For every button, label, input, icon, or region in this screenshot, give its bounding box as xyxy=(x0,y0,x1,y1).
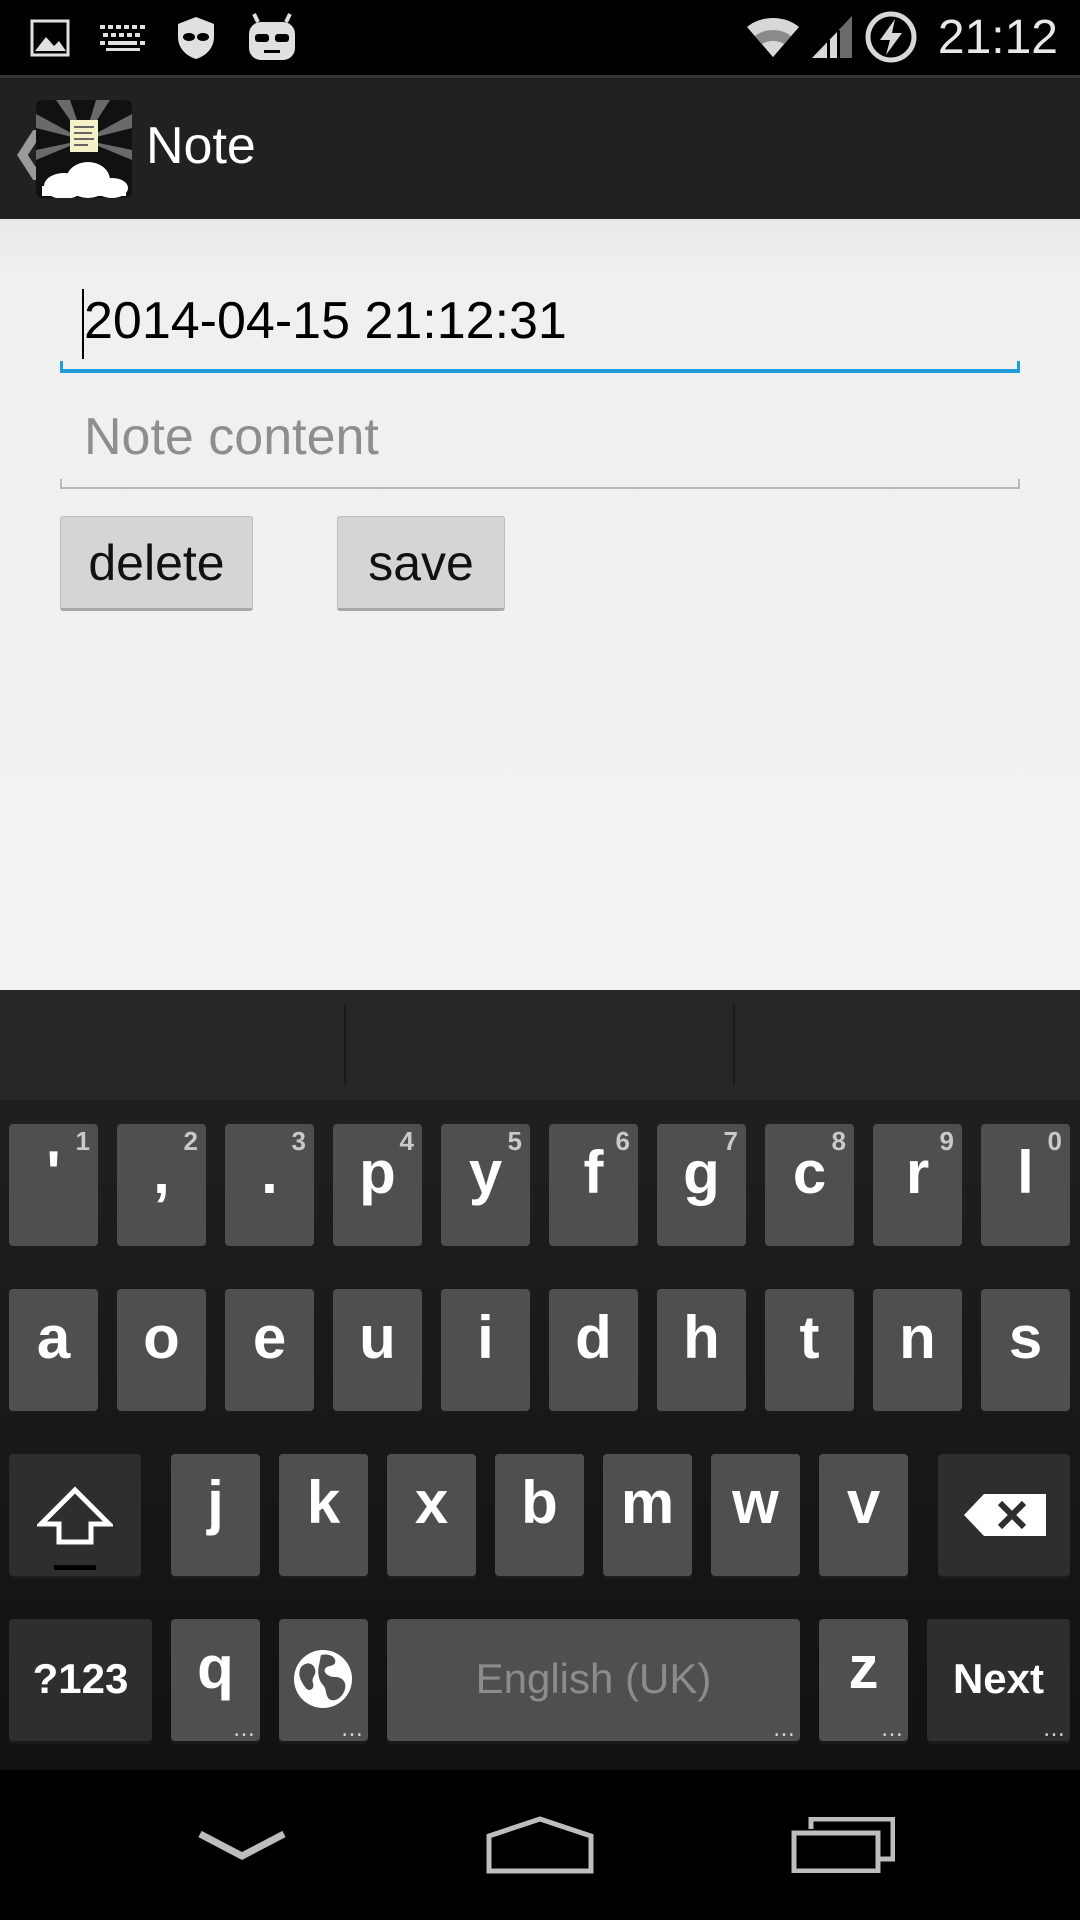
key-y[interactable]: y5 xyxy=(441,1124,530,1246)
chevron-down-icon xyxy=(198,1830,286,1860)
language-key[interactable]: … xyxy=(279,1619,368,1741)
recent-apps-icon xyxy=(791,1817,895,1873)
status-bar: 21:12 xyxy=(0,0,1080,75)
note-title-field[interactable]: 2014-04-15 21:12:31 xyxy=(60,277,1020,373)
key-x[interactable]: x xyxy=(387,1454,476,1576)
cyanogen-mascot-icon xyxy=(249,13,295,60)
key-z[interactable]: z… xyxy=(819,1619,908,1741)
suggestion-strip xyxy=(0,990,1080,1100)
globe-icon xyxy=(294,1650,352,1708)
home-button[interactable] xyxy=(440,1770,640,1920)
key-u[interactable]: u xyxy=(333,1289,422,1411)
shield-icon xyxy=(178,17,214,59)
app-logo-icon xyxy=(36,100,132,198)
key-e[interactable]: e xyxy=(225,1289,314,1411)
keyboard-icon xyxy=(100,25,145,51)
key-n[interactable]: n xyxy=(873,1289,962,1411)
wifi-icon xyxy=(746,18,799,57)
key-w[interactable]: w xyxy=(711,1454,800,1576)
key-b[interactable]: b xyxy=(495,1454,584,1576)
key-c[interactable]: c8 xyxy=(765,1124,854,1246)
key-comma[interactable]: ,2 xyxy=(117,1124,206,1246)
recent-apps-button[interactable] xyxy=(743,1770,943,1920)
home-icon xyxy=(486,1816,594,1874)
soft-keyboard: ' 1 ,2 .3 p4 y5 f6 g7 c8 r9 l0 a o e u i … xyxy=(0,990,1080,1770)
next-key[interactable]: Next… xyxy=(927,1619,1070,1741)
shift-arrow-icon xyxy=(37,1486,113,1545)
key-t[interactable]: t xyxy=(765,1289,854,1411)
key-s[interactable]: s xyxy=(981,1289,1070,1411)
key-l[interactable]: l0 xyxy=(981,1124,1070,1246)
note-content-field[interactable]: Note content xyxy=(60,393,1020,489)
key-h[interactable]: h xyxy=(657,1289,746,1411)
key-r[interactable]: r9 xyxy=(873,1124,962,1246)
status-time: 21:12 xyxy=(937,10,1058,64)
space-bar[interactable]: English (UK)… xyxy=(387,1619,800,1741)
key-a[interactable]: a xyxy=(9,1289,98,1411)
key-p[interactable]: p4 xyxy=(333,1124,422,1246)
key-k[interactable]: k xyxy=(279,1454,368,1576)
hide-keyboard-button[interactable] xyxy=(142,1770,342,1920)
backspace-icon xyxy=(964,1494,1046,1536)
signal-icon xyxy=(811,16,852,58)
save-button[interactable]: save xyxy=(337,516,505,611)
battery-charging-icon xyxy=(865,11,917,63)
backspace-key[interactable] xyxy=(938,1454,1070,1576)
key-v[interactable]: v xyxy=(819,1454,908,1576)
navigation-bar xyxy=(0,1770,1080,1920)
key-j[interactable]: j xyxy=(171,1454,260,1576)
page-title: Note xyxy=(146,117,256,175)
image-icon xyxy=(30,19,70,57)
key-f[interactable]: f6 xyxy=(549,1124,638,1246)
key-period[interactable]: .3 xyxy=(225,1124,314,1246)
note-editor: 2014-04-15 21:12:31 Note content delete … xyxy=(0,219,1080,990)
shift-indicator xyxy=(54,1565,96,1570)
action-bar: ❮ Note xyxy=(0,75,1080,219)
key-i[interactable]: i xyxy=(441,1289,530,1411)
note-content-placeholder: Note content xyxy=(84,408,379,466)
key-apostrophe[interactable]: ' 1 xyxy=(9,1124,98,1246)
key-q[interactable]: q… xyxy=(171,1619,260,1741)
key-g[interactable]: g7 xyxy=(657,1124,746,1246)
shift-key[interactable] xyxy=(9,1454,141,1576)
key-o[interactable]: o xyxy=(117,1289,206,1411)
note-title-value: 2014-04-15 21:12:31 xyxy=(84,292,567,350)
symbols-key[interactable]: ?123 xyxy=(9,1619,152,1741)
key-m[interactable]: m xyxy=(603,1454,692,1576)
key-d[interactable]: d xyxy=(549,1289,638,1411)
delete-button[interactable]: delete xyxy=(60,516,253,611)
